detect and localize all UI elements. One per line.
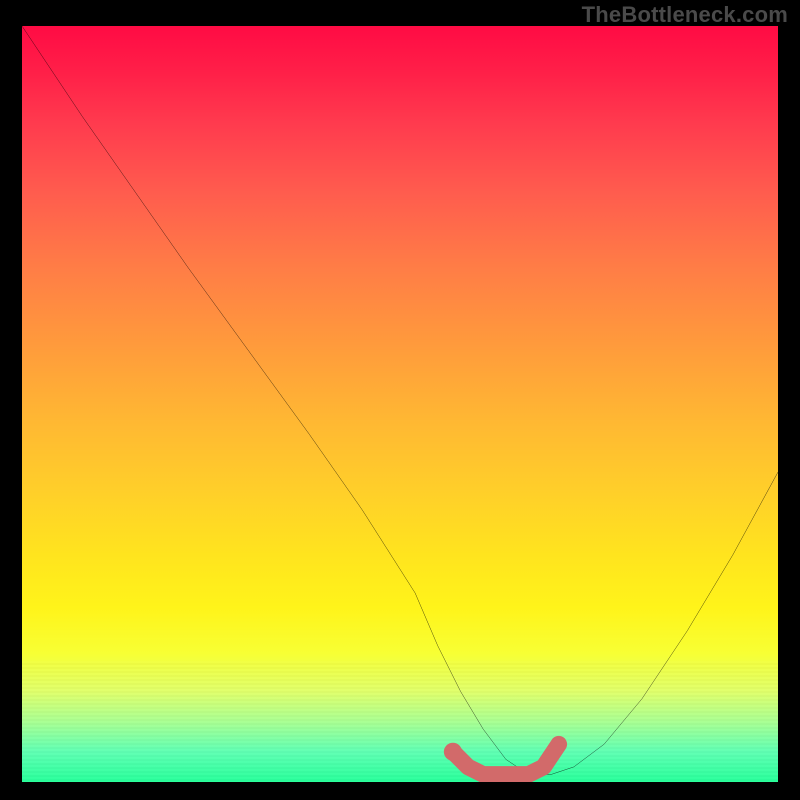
bottleneck-curve [22, 26, 778, 774]
watermark-text: TheBottleneck.com [582, 2, 788, 28]
selected-point-marker [444, 743, 462, 761]
chart-container: TheBottleneck.com [0, 0, 800, 800]
plot-area [22, 26, 778, 782]
curve-svg [22, 26, 778, 782]
